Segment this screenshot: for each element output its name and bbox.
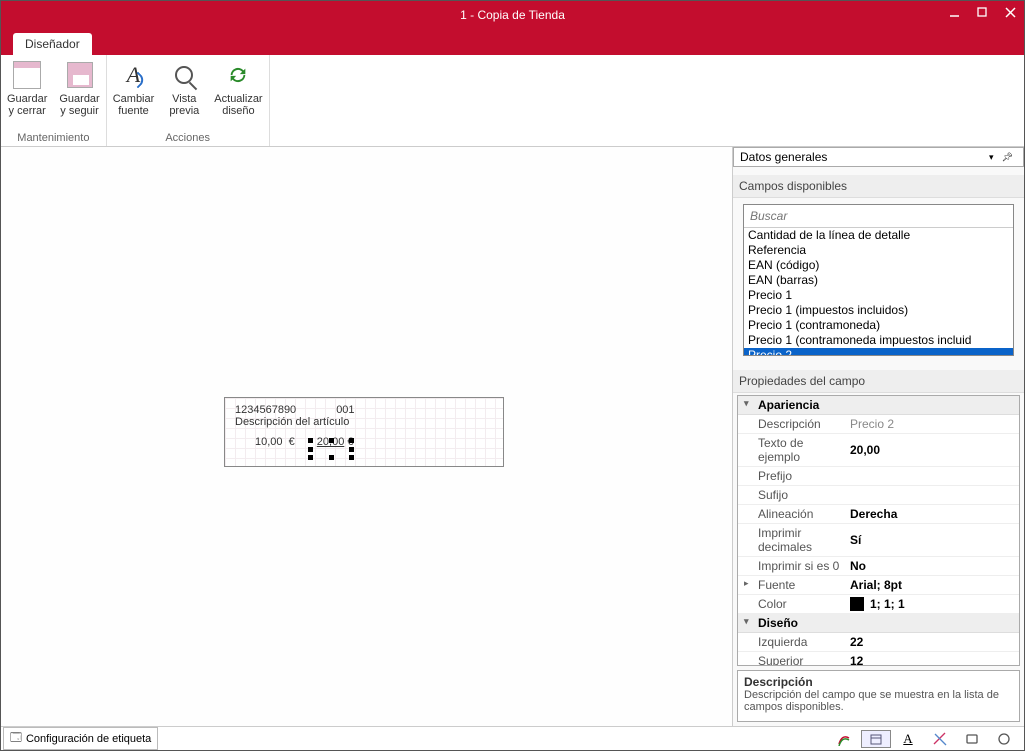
minimize-button[interactable]: [940, 1, 968, 23]
prop-left-value[interactable]: 22: [846, 633, 1019, 651]
panel-dropdown-general[interactable]: Datos generales ▾ 📌︎: [733, 147, 1024, 167]
description-help-title: Descripción: [744, 675, 1013, 689]
prop-suffix-value[interactable]: [846, 486, 1019, 504]
save-continue-button[interactable]: Guardary seguir: [53, 55, 105, 130]
label-preview[interactable]: 1234567890 001 Descripción del artículo …: [224, 397, 504, 467]
app-window: 1 - Copia de Tienda Diseñador Guardary c…: [0, 0, 1025, 751]
status-tool-circle[interactable]: [989, 730, 1019, 748]
prop-print-if-zero-label: Imprimir si es 0: [738, 557, 846, 575]
window-controls: [940, 1, 1024, 23]
tab-strip: Diseñador: [1, 29, 1024, 55]
field-item[interactable]: EAN (barras): [744, 273, 1013, 288]
title-bar: 1 - Copia de Tienda: [1, 1, 1024, 29]
prop-description-label: Descripción: [738, 415, 846, 433]
selection-handles[interactable]: [311, 441, 351, 457]
save-close-l1: Guardar: [7, 93, 47, 105]
prop-sample-text-value[interactable]: 20,00: [846, 434, 1019, 466]
prop-prefix-label: Prefijo: [738, 467, 846, 485]
ribbon-group-maintenance: Guardary cerrar Guardary seguir Mantenim…: [1, 55, 107, 146]
prop-color-value[interactable]: 1; 1; 1: [846, 595, 1019, 613]
refresh-design-button[interactable]: Actualizardiseño: [208, 55, 268, 130]
panel-pin-icon[interactable]: 📌︎: [998, 152, 1017, 163]
label-config-button[interactable]: 🗔︎ Configuración de etiqueta: [3, 727, 158, 750]
fields-list[interactable]: Cantidad de la línea de detalleReferenci…: [744, 228, 1013, 355]
fields-search-input[interactable]: [744, 205, 1013, 228]
refresh-l1: Actualizar: [214, 93, 262, 105]
preview-seq: 001: [336, 404, 354, 416]
window-title: 1 - Copia de Tienda: [460, 8, 565, 22]
status-tool-text[interactable]: A: [893, 730, 923, 748]
description-help-box: Descripción Descripción del campo que se…: [737, 670, 1020, 722]
prop-alignment-value[interactable]: Derecha: [846, 505, 1019, 523]
prop-suffix-label: Sufijo: [738, 486, 846, 504]
field-item[interactable]: Cantidad de la línea de detalle: [744, 228, 1013, 243]
prop-left-label: Izquierda: [738, 633, 846, 651]
change-font-l1: Cambiar: [113, 93, 155, 105]
prop-top-value[interactable]: 12: [846, 652, 1019, 666]
ribbon-group-label-actions: Acciones: [107, 130, 269, 146]
preview-l2: previa: [169, 105, 199, 117]
change-font-l2: fuente: [118, 105, 149, 117]
field-item[interactable]: Precio 1: [744, 288, 1013, 303]
preview-code: 1234567890: [235, 404, 296, 416]
status-tool-1[interactable]: [829, 730, 859, 748]
properties-grid[interactable]: Apariencia DescripciónPrecio 2 Texto de …: [737, 395, 1020, 666]
panel-dropdown-arrow-icon[interactable]: ▾: [985, 152, 998, 163]
prop-top-label: Superior: [738, 652, 846, 666]
prop-print-decimals-value[interactable]: Sí: [846, 524, 1019, 556]
field-properties-title: Propiedades del campo: [733, 370, 1024, 393]
maximize-button[interactable]: [968, 1, 996, 23]
preview-price1: 10,00: [255, 436, 283, 448]
color-swatch-icon: [850, 597, 864, 611]
save-close-button[interactable]: Guardary cerrar: [1, 55, 53, 130]
preview-currency1: €: [289, 436, 295, 448]
status-tool-rect[interactable]: [957, 730, 987, 748]
prop-print-if-zero-value[interactable]: No: [846, 557, 1019, 575]
ribbon-group-label-maintenance: Mantenimiento: [1, 130, 106, 146]
status-tool-lines[interactable]: [925, 730, 955, 748]
prop-prefix-value[interactable]: [846, 467, 1019, 485]
close-button[interactable]: [996, 1, 1024, 23]
design-canvas[interactable]: 1234567890 001 Descripción del artículo …: [1, 147, 732, 726]
prop-category-appearance[interactable]: Apariencia: [738, 396, 1019, 415]
ribbon-group-actions: A Cambiarfuente Vistaprevia Actualizardi…: [107, 55, 270, 146]
field-item[interactable]: Precio 1 (contramoneda): [744, 318, 1013, 333]
description-help-text: Descripción del campo que se muestra en …: [744, 689, 1013, 713]
status-tools: A: [828, 730, 1024, 748]
prop-sample-text-label: Texto de ejemplo: [738, 434, 846, 466]
save-continue-l2: y seguir: [60, 105, 99, 117]
tab-designer[interactable]: Diseñador: [13, 33, 92, 55]
field-item[interactable]: Referencia: [744, 243, 1013, 258]
available-fields-title: Campos disponibles: [733, 175, 1024, 198]
prop-print-decimals-label: Imprimir decimales: [738, 524, 846, 556]
label-config-text: Configuración de etiqueta: [26, 733, 151, 745]
panel-general-data-label: Datos generales: [740, 150, 985, 164]
side-panel: Datos generales ▾ 📌︎ Campos disponibles …: [732, 147, 1024, 726]
field-item[interactable]: Precio 1 (impuestos incluidos): [744, 303, 1013, 318]
prop-alignment-label: Alineación: [738, 505, 846, 523]
ribbon: Guardary cerrar Guardary seguir Mantenim…: [1, 55, 1024, 147]
preview-description: Descripción del artículo: [235, 416, 493, 428]
preview-button[interactable]: Vistaprevia: [160, 55, 208, 130]
save-continue-l1: Guardar: [59, 93, 99, 105]
save-close-l2: y cerrar: [9, 105, 46, 117]
prop-color-label: Color: [738, 595, 846, 613]
label-config-icon: 🗔︎: [10, 729, 22, 748]
prop-font-label: ▸Fuente: [738, 576, 846, 594]
field-item[interactable]: Precio 1 (contramoneda impuestos incluid: [744, 333, 1013, 348]
field-item[interactable]: Precio 2: [744, 348, 1013, 355]
available-fields-box: Cantidad de la línea de detalleReferenci…: [743, 204, 1014, 356]
field-item[interactable]: EAN (código): [744, 258, 1013, 273]
status-tool-2[interactable]: [861, 730, 891, 748]
prop-font-value[interactable]: Arial; 8pt: [846, 576, 1019, 594]
preview-l1: Vista: [172, 93, 196, 105]
change-font-button[interactable]: A Cambiarfuente: [107, 55, 161, 130]
status-bar: 🗔︎ Configuración de etiqueta A: [1, 726, 1024, 750]
prop-category-design[interactable]: Diseño: [738, 614, 1019, 633]
prop-description-value[interactable]: Precio 2: [846, 415, 1019, 433]
refresh-l2: diseño: [222, 105, 254, 117]
